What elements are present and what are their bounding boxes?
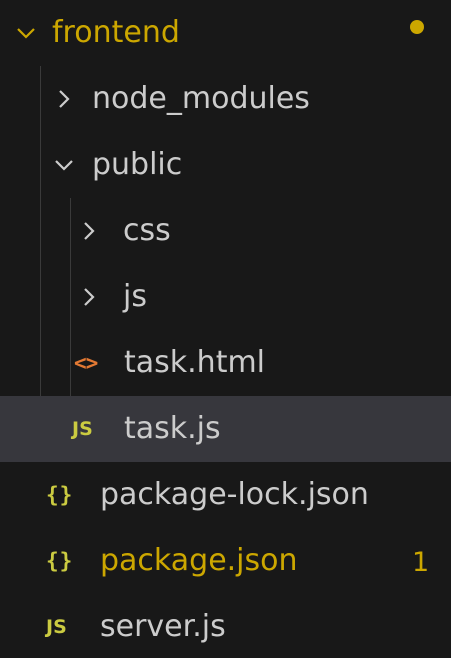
- chevron-down-icon: [50, 151, 78, 179]
- json-file-icon: {}: [46, 549, 74, 573]
- json-file-icon: {}: [46, 483, 74, 507]
- chevron-right-icon: [75, 283, 103, 311]
- folder-label: css: [123, 213, 171, 248]
- file-label: package.json: [100, 543, 298, 578]
- folder-label: frontend: [52, 15, 180, 50]
- file-explorer: frontend node_modules public css js <> t…: [0, 0, 451, 658]
- chevron-right-icon: [75, 217, 103, 245]
- file-task-js[interactable]: JS task.js: [0, 396, 451, 462]
- folder-css[interactable]: css: [0, 198, 451, 264]
- folder-label: js: [123, 279, 147, 314]
- folder-js[interactable]: js: [0, 264, 451, 330]
- folder-label: public: [92, 147, 183, 182]
- file-task-html[interactable]: <> task.html: [0, 330, 451, 396]
- js-file-icon: JS: [46, 616, 67, 638]
- file-label: server.js: [100, 609, 226, 644]
- html-file-icon: <>: [74, 351, 98, 375]
- file-server-js[interactable]: JS server.js: [0, 594, 451, 658]
- file-package-json[interactable]: {} package.json: [0, 528, 451, 594]
- folder-label: node_modules: [92, 81, 310, 116]
- modified-dot-icon: [410, 20, 424, 34]
- chevron-right-icon: [50, 85, 78, 113]
- file-label: task.html: [124, 345, 266, 380]
- file-label: task.js: [124, 411, 221, 446]
- file-label: package-lock.json: [100, 477, 369, 512]
- folder-frontend[interactable]: frontend: [0, 0, 451, 66]
- chevron-down-icon: [12, 19, 40, 47]
- file-package-lock-json[interactable]: {} package-lock.json: [0, 462, 451, 528]
- folder-node-modules[interactable]: node_modules: [0, 66, 451, 132]
- folder-public[interactable]: public: [0, 132, 451, 198]
- js-file-icon: JS: [72, 418, 93, 440]
- problem-count-badge: 1: [412, 547, 430, 578]
